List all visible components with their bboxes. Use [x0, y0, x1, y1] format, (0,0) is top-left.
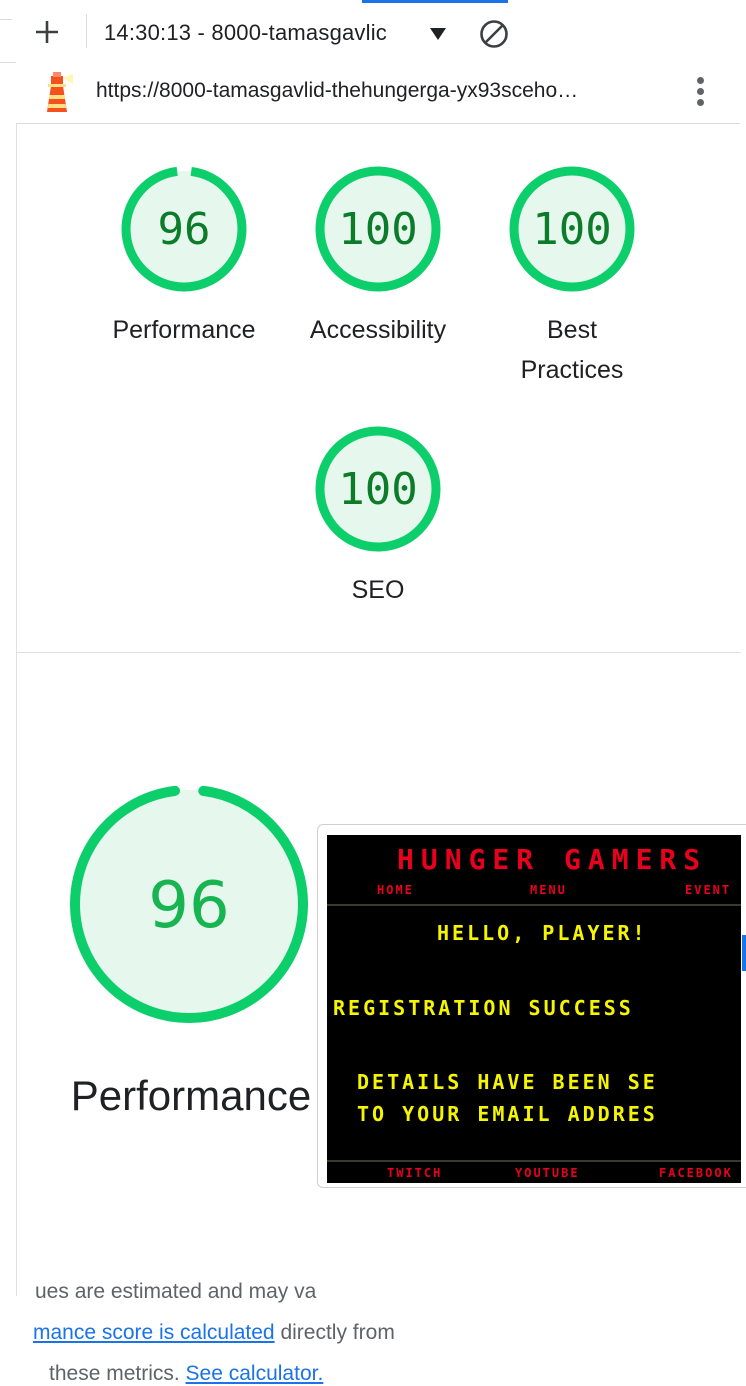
nav-item: MENU	[530, 883, 567, 897]
footer-link: FACEBOOK	[659, 1166, 733, 1180]
performance-score: 96	[148, 869, 229, 943]
gauge-ring: 96	[121, 166, 247, 292]
site-title: HUNGER GAMERS	[397, 843, 708, 876]
gauge-seo[interactable]: 100 SEO	[283, 424, 473, 610]
gauge-score: 100	[338, 204, 417, 255]
details-text: TO YOUR EMAIL ADDRES	[357, 1102, 658, 1126]
gauge-performance[interactable]: 96 Performance	[89, 164, 279, 350]
gauge-score: 100	[532, 204, 611, 255]
url-text: https://8000-tamasgavlid-thehungerga-yx9…	[96, 79, 579, 102]
performance-gauge: 96	[70, 785, 308, 1023]
calc-note-text: directly from	[274, 1321, 395, 1344]
gauge-ring: 100	[315, 426, 441, 552]
section-divider	[17, 652, 741, 653]
url-bar: https://8000-tamasgavlid-thehungerga-yx9…	[16, 62, 740, 124]
gauge-score: 96	[158, 204, 211, 255]
estimated-note: ues are estimated and may va	[35, 1280, 317, 1303]
registration-text: REGISTRATION SUCCESS	[333, 996, 634, 1020]
metrics-note: these metrics. See calculator.	[49, 1362, 323, 1386]
gauge-accessibility[interactable]: 100 Accessibility	[283, 164, 473, 350]
gauge-label: Accessibility	[309, 316, 447, 344]
details-text: DETAILS HAVE BEEN SE	[357, 1070, 658, 1094]
gauge-ring: 100	[509, 166, 635, 292]
toolbar-separator	[86, 14, 87, 48]
hello-text: HELLO, PLAYER!	[437, 921, 648, 945]
calc-note: mance score is calculated directly from	[33, 1321, 395, 1345]
gauge-label: SEO	[351, 576, 405, 604]
chevron-down-icon	[430, 28, 446, 40]
score-calculation-link[interactable]: mance score is calculated	[33, 1321, 275, 1344]
divider	[327, 904, 741, 906]
divider	[327, 1160, 741, 1162]
see-calculator-link[interactable]: See calculator.	[186, 1362, 324, 1385]
gauge-ring: 100	[315, 166, 441, 292]
footer-link: YOUTUBE	[515, 1166, 580, 1180]
more-vert-icon[interactable]	[692, 74, 708, 110]
footer-link: TWITCH	[387, 1166, 443, 1180]
nav-item: EVENT	[685, 883, 732, 897]
performance-title: Performance	[70, 1072, 312, 1119]
report-content: 96 Performance 100 Accessibility 100 Bes…	[16, 124, 746, 1385]
nav-item: HOME	[377, 883, 414, 897]
devtools-toolbar: 14:30:13 - 8000-tamasgavlic	[0, 0, 740, 63]
gauge-score: 100	[338, 464, 417, 515]
metrics-note-text: these metrics.	[49, 1362, 186, 1385]
active-tab-indicator	[362, 0, 508, 3]
lighthouse-icon	[47, 72, 73, 112]
report-select-label: 14:30:13 - 8000-tamasgavlic	[104, 20, 388, 45]
final-screenshot[interactable]: HUNGER GAMERS HOME MENU EVENT HELLO, PLA…	[327, 835, 741, 1183]
plus-icon[interactable]	[33, 18, 61, 46]
side-panel-handle[interactable]	[742, 935, 746, 971]
report-select[interactable]: 14:30:13 - 8000-tamasgavlic	[104, 17, 446, 49]
gauge-best-practices[interactable]: 100 Best Practices	[477, 164, 667, 390]
gauge-label: Performance	[112, 316, 256, 344]
gauge-label: Best Practices	[520, 316, 624, 384]
clear-icon[interactable]	[478, 18, 510, 50]
divider	[0, 19, 12, 20]
